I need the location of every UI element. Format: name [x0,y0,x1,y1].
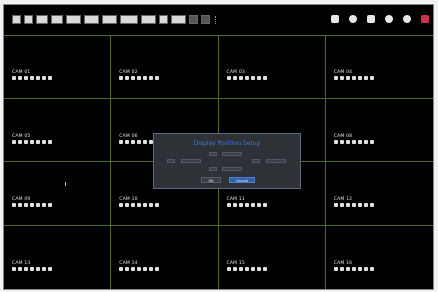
camera-status-icons [226,266,267,271]
camera-label: CAM 03 [226,70,245,75]
split4-icon[interactable] [66,15,81,24]
zoom-icon[interactable] [171,15,186,24]
camera-status-icons [119,266,160,271]
camera-tile[interactable]: CAM 12 [325,162,433,226]
camera-tile[interactable]: CAM 09 [4,162,112,226]
camera-tile[interactable]: CAM 01 [4,35,112,99]
toolbar-left-group [12,15,220,24]
camera-tile[interactable]: CAM 04 [325,35,433,99]
camera-tile[interactable]: CAM 02 [111,35,219,99]
left-value-field[interactable] [181,159,201,163]
camera-label: CAM 11 [226,197,245,202]
right-arrow-button[interactable] [252,159,260,163]
camera-status-icons [333,139,374,144]
camera-status-icons [119,203,160,207]
camera-tile[interactable]: CAM 08 [325,99,433,162]
camera-label: CAM 08 [333,133,353,139]
freeze-icon[interactable] [201,15,210,24]
mouse-cursor [65,182,66,186]
display-icon[interactable] [24,15,33,24]
camera-label: CAM 04 [333,70,353,75]
sequence-icon[interactable] [36,15,48,24]
snapshot-icon[interactable] [159,15,168,24]
audio-icon[interactable] [189,15,198,24]
camera-status-icons [12,266,52,271]
bottom-value-field[interactable] [222,167,242,171]
camera-tile[interactable]: CAM 13 [4,225,112,289]
camera-label: CAM 14 [119,260,138,266]
lock-icon[interactable] [367,15,375,23]
toolbar-separator [215,15,220,24]
split9-icon[interactable] [84,15,99,24]
camera-status-icons [12,203,52,207]
camera-label: CAM 13 [12,260,31,266]
camera-label: CAM 09 [12,197,31,202]
left-arrow-button[interactable] [167,159,175,163]
camera-tile[interactable]: CAM 03 [218,35,326,99]
camera-status-icons [333,266,374,271]
network-icon[interactable] [331,15,339,23]
ok-button[interactable]: OK [201,177,221,183]
toolbar-right-group [331,15,429,23]
camera-tile[interactable]: CAM 15 [219,225,326,289]
playback-icon[interactable] [120,15,138,24]
right-value-field[interactable] [266,159,286,163]
camera-label: CAM 05 [12,133,31,139]
display-position-dialog: Display Position Setup OK Cancel [153,133,301,189]
record-status-icon[interactable] [349,15,357,23]
dvr-screen: CAM 01 CAM 02 CAM 03 CAM 04 CAM 05 CAM 0… [3,4,434,290]
split1-icon[interactable] [51,15,63,24]
split16-icon[interactable] [102,15,117,24]
camera-tile[interactable]: CAM 05 [4,98,112,162]
camera-status-icons [119,76,160,80]
top-up-button[interactable] [209,152,217,156]
camera-status-icons [226,203,267,207]
live-icon[interactable] [12,15,21,24]
search-icon[interactable] [385,15,393,23]
camera-status-icons [12,139,52,144]
bottom-down-button[interactable] [209,167,217,171]
camera-status-icons [12,76,52,80]
camera-status-icons [333,203,374,207]
record-icon[interactable] [141,15,156,24]
camera-tile[interactable]: CAM 14 [111,225,219,289]
camera-label: CAM 06 [119,133,138,139]
camera-label: CAM 02 [119,70,138,75]
camera-status-icons [333,76,374,80]
top-toolbar [4,5,433,36]
power-icon[interactable] [421,15,429,23]
camera-status-icons [226,76,267,80]
cancel-button[interactable]: Cancel [229,177,255,183]
dialog-title: Display Position Setup [193,140,261,147]
camera-label: CAM 12 [333,197,353,202]
camera-label: CAM 16 [333,260,353,266]
camera-label: CAM 10 [119,197,138,202]
camera-label: CAM 01 [12,70,31,75]
camera-tile[interactable]: CAM 16 [326,226,433,290]
settings-icon[interactable] [403,15,411,23]
top-value-field[interactable] [222,152,242,156]
camera-label: CAM 15 [226,260,245,266]
